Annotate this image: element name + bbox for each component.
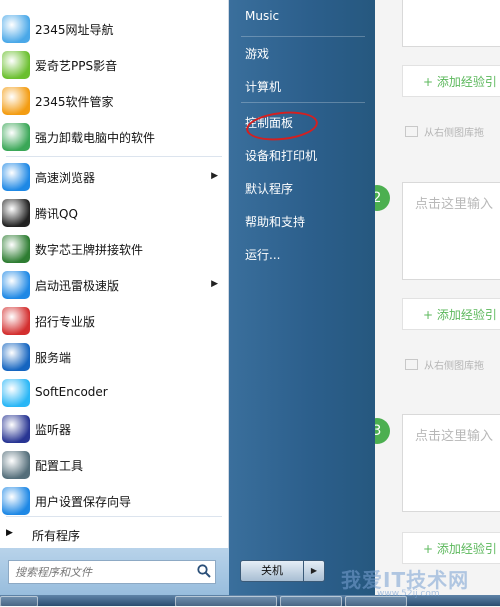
program-item[interactable]: 配置工具	[0, 448, 228, 482]
qq-penguin-icon	[2, 199, 30, 227]
thunder-bird-icon	[2, 271, 30, 299]
program-item[interactable]: 2345软件管家	[0, 84, 228, 118]
program-label: 招行专业版	[35, 315, 96, 329]
taskbar-app-button[interactable]	[175, 596, 277, 607]
program-item[interactable]: 高速浏览器 ▶	[0, 160, 228, 194]
image-drag-hint: 从右侧图库拖	[405, 124, 484, 139]
program-item[interactable]: 数字芯王牌拼接软件	[0, 232, 228, 266]
submenu-arrow-icon: ▶	[211, 171, 218, 181]
program-label: 配置工具	[35, 459, 84, 473]
program-item[interactable]: 监听器	[0, 412, 228, 446]
divider	[241, 36, 365, 37]
step-input-box[interactable]	[402, 0, 500, 47]
search-input[interactable]	[13, 563, 189, 581]
step-input-box[interactable]: 点击这里输入	[402, 182, 500, 280]
program-label: 爱奇艺PPS影音	[35, 59, 118, 73]
triangle-right-icon: ▶	[6, 528, 13, 538]
start-menu-link[interactable]: 帮助和支持	[245, 213, 305, 230]
server-connector-icon	[2, 343, 30, 371]
program-item[interactable]: 强力卸载电脑中的软件	[0, 120, 228, 154]
octopus-logo-icon	[2, 15, 30, 43]
program-label: 数字芯王牌拼接软件	[35, 243, 144, 257]
program-label: SoftEncoder	[35, 385, 108, 399]
start-orb-button[interactable]	[0, 596, 38, 607]
shutdown-button[interactable]: 关机	[240, 560, 304, 582]
search-box[interactable]	[8, 560, 216, 584]
add-reference-button[interactable]: + 添加经验引	[402, 298, 500, 330]
start-menu-search-area	[0, 548, 229, 595]
start-menu-link[interactable]: 默认程序	[245, 180, 293, 197]
iqiyi-tv-icon	[2, 51, 30, 79]
program-label: 高速浏览器	[35, 171, 96, 185]
wrench-tool-icon	[2, 451, 30, 479]
start-menu-link[interactable]: Music	[245, 9, 279, 23]
settings-gear-icon	[2, 487, 30, 515]
image-drag-hint: 从右侧图库拖	[405, 357, 484, 372]
program-item[interactable]: 爱奇艺PPS影音	[0, 48, 228, 82]
recycle-bin-icon	[2, 123, 30, 151]
divider	[6, 156, 222, 157]
start-menu-link[interactable]: 游戏	[245, 45, 269, 62]
program-item[interactable]: 腾讯QQ	[0, 196, 228, 230]
submenu-arrow-icon: ▶	[211, 279, 218, 289]
program-item[interactable]: 2345网址导航	[0, 12, 228, 46]
program-label: 腾讯QQ	[35, 207, 78, 221]
all-programs-button[interactable]: ▶ 所有程序	[0, 519, 228, 549]
monitor-chart-icon	[2, 415, 30, 443]
browser-e-icon	[2, 163, 30, 191]
program-item[interactable]: 用户设置保存向导	[0, 484, 228, 518]
start-menu-link[interactable]: 计算机	[245, 78, 281, 95]
program-item[interactable]: SoftEncoder	[0, 376, 228, 410]
divider	[241, 102, 365, 103]
monitor-wall-icon	[2, 235, 30, 263]
add-reference-button[interactable]: + 添加经验引	[402, 65, 500, 97]
program-item[interactable]: 服务端	[0, 340, 228, 374]
shutdown-options-arrow-icon[interactable]: ▶	[303, 560, 325, 582]
search-icon[interactable]	[196, 563, 212, 579]
image-icon	[405, 126, 418, 137]
program-label: 启动迅雷极速版	[35, 279, 120, 293]
program-item[interactable]: 招行专业版	[0, 304, 228, 338]
program-label: 监听器	[35, 423, 72, 437]
program-item[interactable]: 启动迅雷极速版 ▶	[0, 268, 228, 302]
program-label: 用户设置保存向导	[35, 495, 132, 509]
start-menu-programs-pane: 2345网址导航 爱奇艺PPS影音 2345软件管家强力卸载电脑中的软件 高速浏览器 ▶…	[0, 0, 229, 548]
start-menu-link[interactable]: 设备和打印机	[245, 147, 317, 164]
globe-gear-icon	[2, 379, 30, 407]
image-icon	[405, 359, 418, 370]
step-input-box[interactable]: 点击这里输入	[402, 414, 500, 512]
program-label: 服务端	[35, 351, 72, 365]
watermark: 我爱IT技术网 www.52ij.com	[341, 568, 470, 599]
program-label: 强力卸载电脑中的软件	[35, 131, 156, 145]
software-manager-icon	[2, 87, 30, 115]
program-label: 2345网址导航	[35, 23, 114, 37]
program-label: 2345软件管家	[35, 95, 114, 109]
start-menu-link[interactable]: 运行...	[245, 246, 280, 263]
cmb-bank-icon	[2, 307, 30, 335]
divider	[6, 516, 222, 517]
start-menu-right-pane: Music 游戏 计算机 控制面板 设备和打印机 默认程序 帮助和支持 运行...	[229, 0, 375, 595]
